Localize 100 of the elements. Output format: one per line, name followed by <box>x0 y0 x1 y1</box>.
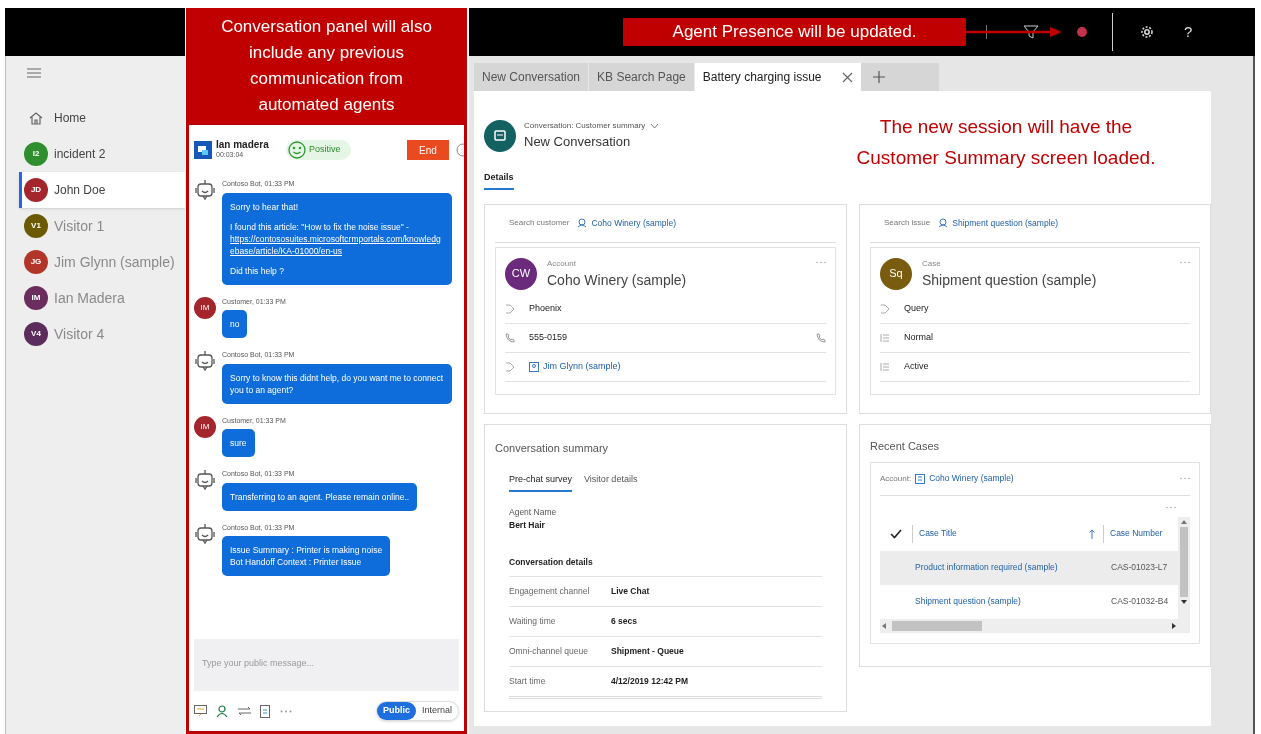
horizontal-scrollbar[interactable] <box>880 618 1178 633</box>
field-value: 4/12/2019 12:42 PM <box>611 675 689 689</box>
record-type: Case <box>922 257 942 270</box>
column-header[interactable]: Case Title <box>919 527 1089 540</box>
case-title-link[interactable]: Product information required (sample) <box>915 561 1111 574</box>
message-text: I found this article: "How to fix the noise issue" - <box>230 220 410 233</box>
message-input[interactable]: Type your public message... <box>194 639 459 691</box>
callout-text: Agent Presence will be updated. <box>623 18 966 46</box>
message-text: Did this help ? <box>230 264 285 277</box>
field-value: Normal <box>904 330 933 344</box>
callout-text: The new session will have the Customer Summary screen loaded. <box>855 115 1157 170</box>
case-title-link[interactable]: Shipment question (sample) <box>915 595 1111 608</box>
field-value: 6 secs <box>611 615 637 629</box>
close-icon[interactable] <box>841 71 853 83</box>
session-tab[interactable]: Battery charging issue <box>694 63 861 91</box>
card-title: Conversation summary <box>495 441 609 454</box>
case-row[interactable]: Shipment question (sample) CAS-01032-B4 <box>880 584 1178 619</box>
list-icon <box>880 361 890 372</box>
summary-tab[interactable]: Pre-chat survey <box>509 472 573 492</box>
conversation-icon <box>484 120 516 152</box>
contact-icon <box>529 361 539 372</box>
mode-toggle[interactable]: Public <box>376 702 416 720</box>
sidebar-item[interactable]: V4 Visitor 4 <box>19 316 185 352</box>
message-text: Bot Handoff Context : Printer Issue <box>230 556 363 568</box>
search-label: Search customer <box>509 217 570 229</box>
sidebar-item[interactable]: Home <box>19 100 185 136</box>
card-title: Recent Cases <box>870 439 940 452</box>
lookup-link[interactable]: Shipment question (sample) <box>952 216 1059 230</box>
sidebar-item[interactable]: IM Ian Madera <box>19 280 185 316</box>
contact-link[interactable]: Jim Glynn (sample) <box>543 359 621 374</box>
notes-icon[interactable] <box>194 705 207 717</box>
transfer-icon[interactable] <box>238 706 251 716</box>
field-value: Query <box>904 301 929 315</box>
more-icon[interactable] <box>816 260 826 264</box>
session-avatar: I2 <box>24 142 48 166</box>
bot-icon <box>195 522 215 545</box>
more-icon[interactable] <box>1180 477 1190 480</box>
customer-avatar: IM <box>194 296 216 319</box>
session-avatar: JG <box>24 250 48 274</box>
settings-icon[interactable] <box>1140 25 1154 39</box>
bot-icon <box>195 350 215 372</box>
article-link[interactable]: https://contososuites.microsoftcrmportals.com/knowledgebase/article/KA-01000/en-us <box>230 232 444 257</box>
check-icon[interactable] <box>890 528 902 539</box>
document-icon[interactable] <box>260 704 271 718</box>
end-button[interactable]: End <box>407 140 449 160</box>
lookup-link[interactable]: Coho Winery (sample) <box>591 216 677 230</box>
field-label: Account: <box>880 472 912 485</box>
info-icon[interactable] <box>456 143 464 157</box>
chat-icon <box>194 141 212 159</box>
bot-icon <box>195 469 215 491</box>
chevron-down-icon[interactable] <box>650 123 660 130</box>
field-label: Omni-channel queue <box>509 645 589 659</box>
sidebar-item[interactable]: I2 incident 2 <box>19 136 185 172</box>
sidebar-item[interactable]: JD John Doe <box>19 172 185 208</box>
plus-icon <box>872 71 885 83</box>
session-tab[interactable]: New Conversation <box>474 63 590 91</box>
customer-avatar: IM <box>194 415 216 438</box>
account-link[interactable]: Coho Winery (sample) <box>929 472 1014 485</box>
sidebar-item[interactable]: V1 Visitor 1 <box>19 208 185 244</box>
person-search-icon[interactable] <box>216 704 229 718</box>
session-avatar: JD <box>24 178 48 202</box>
record-name: Coho Winery (sample) <box>547 270 687 290</box>
account-icon <box>915 473 926 484</box>
customer-name: Ian madera <box>216 139 270 151</box>
session-avatar: V1 <box>24 214 48 238</box>
session-avatar: IM <box>24 286 48 310</box>
help-button[interactable]: ? <box>1184 20 1193 44</box>
vertical-scrollbar[interactable] <box>1178 516 1190 633</box>
bot-icon <box>195 179 215 201</box>
phone-icon <box>505 332 515 343</box>
message-text: no <box>230 318 240 330</box>
search-label: Search issue <box>884 217 931 229</box>
section-tab[interactable]: Details <box>484 171 514 190</box>
session-avatar: V4 <box>24 322 48 346</box>
tag-icon <box>880 303 890 314</box>
sentiment-badge: Positive <box>286 140 351 160</box>
filter-icon[interactable] <box>1023 25 1039 39</box>
record-name: Shipment question (sample) <box>922 270 1097 290</box>
message-text: Transferring to an agent. Please remain online.. <box>230 490 410 503</box>
session-tab[interactable]: KB Search Page <box>589 63 695 91</box>
more-icon[interactable] <box>1166 505 1176 509</box>
list-icon <box>880 332 890 343</box>
sort-up-icon <box>1089 528 1095 539</box>
message-text: Issue Summary : Printer is making noise <box>230 544 383 556</box>
sidebar-item[interactable]: JG Jim Glynn (sample) <box>19 244 185 280</box>
summary-tab[interactable]: Visitor details <box>584 472 638 492</box>
menu-icon[interactable] <box>27 68 41 78</box>
column-header[interactable]: Case Number <box>1110 527 1163 540</box>
more-icon[interactable] <box>280 709 292 713</box>
section-heading: Conversation details <box>509 555 594 569</box>
field-value: Active <box>904 359 929 373</box>
phone-icon[interactable] <box>816 332 826 343</box>
home-icon <box>29 111 43 125</box>
field-label: Agent Name <box>509 506 558 519</box>
case-number: CAS-01023-L7 <box>1111 561 1168 574</box>
more-icon[interactable] <box>1180 260 1190 264</box>
record-avatar: CW <box>505 257 537 290</box>
case-row[interactable]: Product information required (sample) CAS-01023-L7 <box>880 550 1178 585</box>
mode-toggle[interactable]: Internal <box>415 702 458 720</box>
field-value: 555-0159 <box>529 330 568 344</box>
